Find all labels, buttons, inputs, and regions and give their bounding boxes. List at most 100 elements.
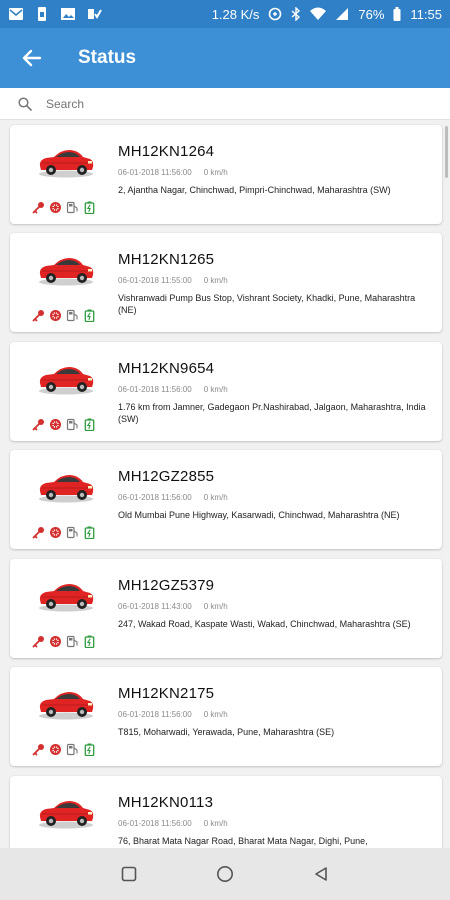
last-update-time: 06-01-2018 11:56:00 <box>118 819 192 828</box>
vehicle-address: T815, Moharwadi, Yerawada, Pune, Maharas… <box>118 727 335 737</box>
vehicle-plate: MH12KN0113 <box>118 794 214 811</box>
car-icon <box>39 367 94 395</box>
vehicle-status-icons <box>32 201 96 214</box>
key-icon <box>32 202 44 214</box>
wifi-icon <box>310 7 327 20</box>
battery-percent: 76% <box>358 6 385 22</box>
key-icon <box>32 636 44 648</box>
vehicle-plate: MH12KN9654 <box>118 360 215 377</box>
fuel-icon <box>66 526 78 539</box>
key-icon <box>32 527 44 539</box>
vehicle-speed: 0 km/h <box>203 493 228 502</box>
signal-icon <box>336 8 349 20</box>
vehicle-meta: 06-01-2018 11:56:00 0 km/h <box>118 493 228 502</box>
vehicle-card[interactable]: MH12GZ5379 06-01-2018 11:43:00 0 km/h 247… <box>10 559 442 658</box>
mail-icon <box>9 8 23 20</box>
fuel-icon <box>66 635 78 648</box>
vehicle-status-icons <box>32 309 96 322</box>
fuel-icon <box>66 743 78 756</box>
car-icon <box>39 692 94 720</box>
wheel-icon <box>50 636 61 647</box>
last-update-time: 06-01-2018 11:55:00 <box>118 276 192 285</box>
key-icon <box>32 419 44 431</box>
tasks-icon <box>88 9 102 19</box>
vehicle-card[interactable]: MH12KN2175 06-01-2018 11:56:00 0 km/h T81… <box>10 667 442 766</box>
last-update-time: 06-01-2018 11:56:00 <box>118 385 192 394</box>
key-icon <box>32 744 44 756</box>
vehicle-card[interactable]: MH12KN1265 06-01-2018 11:55:00 0 km/h Vis… <box>10 233 442 332</box>
recents-icon <box>121 866 137 882</box>
battery-icon <box>84 201 95 214</box>
battery-icon <box>84 418 95 431</box>
car-icon <box>39 150 94 178</box>
vehicle-meta: 06-01-2018 11:56:00 0 km/h <box>118 168 228 177</box>
last-update-time: 06-01-2018 11:43:00 <box>118 602 192 611</box>
vehicle-address: 2, Ajantha Nagar, Chinchwad, Pimpri-Chin… <box>118 185 391 195</box>
wheel-icon <box>50 744 61 755</box>
vehicle-plate: MH12KN1265 <box>118 251 215 268</box>
back-triangle-icon <box>315 867 327 881</box>
fuel-icon <box>66 418 78 431</box>
fuel-icon <box>66 309 78 322</box>
vehicle-meta: 06-01-2018 11:56:00 0 km/h <box>118 710 228 719</box>
vehicle-status-icons <box>32 635 96 648</box>
car-icon <box>39 258 94 286</box>
sim-icon <box>38 7 46 21</box>
arrow-left-icon <box>22 49 42 67</box>
wheel-icon <box>50 202 61 213</box>
car-icon <box>39 584 94 612</box>
nav-back-button[interactable] <box>308 861 334 887</box>
vehicle-address: 1.76 km from Jamner, Gadegaon Pr.Nashira… <box>118 402 426 424</box>
vehicle-speed: 0 km/h <box>203 602 228 611</box>
navigation-bar <box>0 848 450 900</box>
app-bar: Status <box>0 28 450 88</box>
battery-icon <box>84 309 95 322</box>
vehicle-card[interactable]: MH12KN0113 06-01-2018 11:56:00 0 km/h 76,… <box>10 776 442 848</box>
vehicle-plate: MH12KN1264 <box>118 143 215 160</box>
vehicle-address: Old Mumbai Pune Highway, Kasarwadi, Chin… <box>118 510 400 520</box>
vehicle-speed: 0 km/h <box>203 276 228 285</box>
wheel-icon <box>50 310 61 321</box>
last-update-time: 06-01-2018 11:56:00 <box>118 493 192 502</box>
search-icon <box>18 96 32 111</box>
clock: 11:55 <box>410 6 442 22</box>
fuel-icon <box>66 201 78 214</box>
home-icon <box>217 866 233 882</box>
vehicle-list[interactable]: MH12KN1264 06-01-2018 11:56:00 0 km/h 2, … <box>0 120 450 848</box>
vehicle-address: 247, Wakad Road, Kaspate Wasti, Wakad, C… <box>118 619 411 629</box>
search-bar <box>0 88 450 120</box>
vehicle-card[interactable]: MH12GZ2855 06-01-2018 11:56:00 0 km/h Old… <box>10 450 442 549</box>
data-saver-icon <box>269 7 282 21</box>
vehicle-meta: 06-01-2018 11:55:00 0 km/h <box>118 276 228 285</box>
battery-icon <box>84 526 95 539</box>
network-speed: 1.28 K/s <box>211 6 260 22</box>
battery-icon <box>84 635 95 648</box>
image-icon <box>61 8 75 20</box>
vehicle-status-icons <box>32 743 96 756</box>
vehicle-status-icons <box>32 418 96 431</box>
vehicle-card[interactable]: MH12KN1264 06-01-2018 11:56:00 0 km/h 2, … <box>10 125 442 224</box>
search-input[interactable] <box>46 96 426 111</box>
vehicle-meta: 06-01-2018 11:56:00 0 km/h <box>118 819 228 828</box>
scrollbar[interactable] <box>445 126 448 178</box>
vehicle-speed: 0 km/h <box>203 819 228 828</box>
last-update-time: 06-01-2018 11:56:00 <box>118 710 192 719</box>
status-bar: 1.28 K/s 76% 11:55 <box>0 0 450 28</box>
vehicle-card[interactable]: MH12KN9654 06-01-2018 11:56:00 0 km/h 1.7… <box>10 342 442 441</box>
vehicle-meta: 06-01-2018 11:56:00 0 km/h <box>118 385 228 394</box>
vehicle-meta: 06-01-2018 11:43:00 0 km/h <box>118 602 228 611</box>
vehicle-plate: MH12GZ5379 <box>118 577 215 594</box>
vehicle-status-icons <box>32 526 96 539</box>
vehicle-speed: 0 km/h <box>203 168 228 177</box>
bluetooth-icon <box>291 7 301 21</box>
vehicle-plate: MH12KN2175 <box>118 685 215 702</box>
recents-button[interactable] <box>116 861 142 887</box>
vehicle-speed: 0 km/h <box>203 385 228 394</box>
page-title: Status <box>78 47 137 68</box>
key-icon <box>32 310 44 322</box>
wheel-icon <box>50 527 61 538</box>
vehicle-address: 76, Bharat Mata Nagar Road, Bharat Mata … <box>118 836 368 846</box>
back-button[interactable] <box>0 28 64 88</box>
home-button[interactable] <box>212 861 238 887</box>
car-icon <box>39 801 94 829</box>
